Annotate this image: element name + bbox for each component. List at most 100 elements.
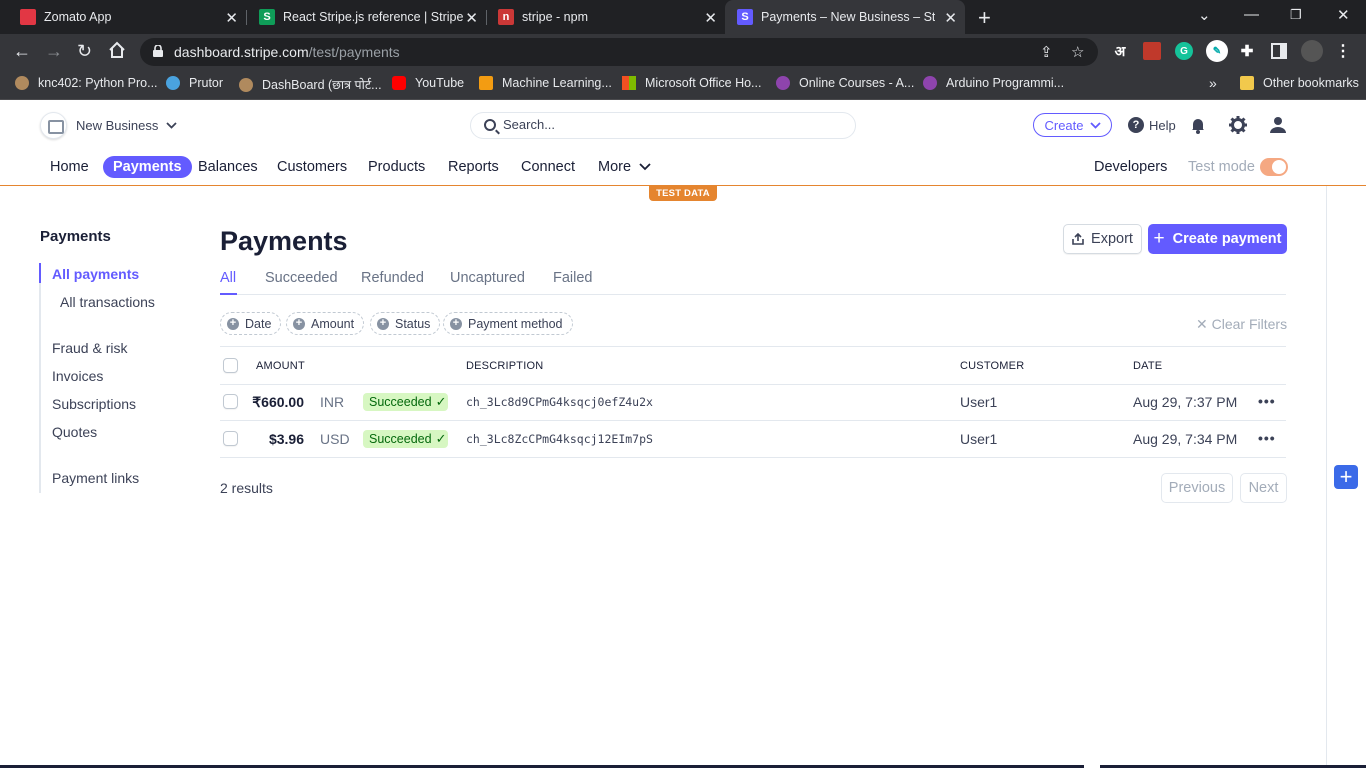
reload-icon[interactable]: ↻: [77, 41, 92, 62]
sidebar-item-fraud-risk[interactable]: Fraud & risk: [52, 340, 127, 356]
chevron-down-icon: [166, 120, 178, 132]
plus-icon: +: [1153, 228, 1165, 249]
stripe-docs-favicon-icon: S: [259, 9, 275, 25]
filter-status[interactable]: + Status: [370, 312, 441, 335]
column-customer[interactable]: CUSTOMER: [960, 360, 1024, 372]
restore-icon[interactable]: ❐: [1290, 7, 1302, 23]
nav-home[interactable]: Home: [50, 156, 89, 178]
bookmark-item[interactable]: Prutor: [166, 76, 223, 90]
account-switcher[interactable]: New Business: [40, 112, 178, 139]
nav-developers[interactable]: Developers: [1094, 156, 1167, 178]
browser-tab-title: Zomato App: [44, 10, 112, 24]
bookmark-item[interactable]: knc402: Python Pro...: [15, 76, 158, 90]
user-profile-icon[interactable]: [1268, 115, 1288, 135]
nav-more[interactable]: More: [598, 156, 651, 178]
browser-tab[interactable]: S React Stripe.js reference | Stripe D ✕: [239, 0, 486, 34]
help-button[interactable]: ? Help: [1128, 117, 1176, 133]
select-all-checkbox[interactable]: [223, 358, 238, 373]
tab-succeeded[interactable]: Succeeded: [265, 270, 338, 286]
new-tab-icon[interactable]: +: [978, 5, 991, 31]
floating-add-icon[interactable]: +: [1334, 465, 1358, 489]
extensions-puzzle-icon[interactable]: ✚: [1238, 42, 1256, 60]
nav-products[interactable]: Products: [368, 156, 425, 178]
payment-amount: ₹660.00: [252, 394, 304, 410]
pen-extension-icon[interactable]: ✎: [1206, 40, 1228, 62]
close-tab-icon[interactable]: ✕: [944, 9, 957, 27]
payment-date: Aug 29, 7:34 PM: [1133, 431, 1238, 447]
book-extension-icon[interactable]: [1143, 42, 1161, 60]
table-row[interactable]: $3.96 USD Succeeded ✓ ch_3Lc8ZcCPmG4ksqcj…: [220, 421, 1286, 458]
tab-all[interactable]: All: [220, 270, 236, 286]
sidebar-item-quotes[interactable]: Quotes: [52, 424, 97, 440]
add-filter-icon: +: [293, 317, 305, 330]
profile-avatar-icon[interactable]: [1301, 40, 1323, 62]
clear-filters-button[interactable]: ✕ Clear Filters: [1196, 316, 1287, 333]
sidebar-item-all-transactions[interactable]: All transactions: [60, 294, 155, 310]
tab-failed[interactable]: Failed: [553, 270, 593, 286]
lock-icon[interactable]: [153, 45, 163, 57]
test-data-badge: TEST DATA: [649, 186, 717, 201]
search-box[interactable]: [470, 112, 856, 139]
bookmark-star-icon[interactable]: ☆: [1071, 43, 1084, 61]
other-bookmarks[interactable]: Other bookmarks: [1240, 76, 1359, 90]
tab-uncaptured[interactable]: Uncaptured: [450, 270, 525, 286]
settings-gear-icon[interactable]: [1228, 115, 1248, 135]
search-input[interactable]: [503, 117, 803, 132]
filter-amount[interactable]: + Amount: [286, 312, 365, 335]
nav-payments[interactable]: Payments: [103, 156, 192, 178]
hindi-extension-icon[interactable]: अ: [1111, 42, 1129, 60]
notifications-bell-icon[interactable]: [1188, 115, 1208, 135]
bookmark-item[interactable]: Machine Learning...: [479, 76, 612, 90]
bookmark-favicon-icon: [15, 76, 29, 90]
nav-reports[interactable]: Reports: [448, 156, 499, 178]
previous-page-button[interactable]: Previous: [1161, 473, 1233, 503]
create-button[interactable]: Create: [1033, 113, 1112, 137]
row-more-actions-icon[interactable]: •••: [1258, 393, 1276, 409]
home-icon[interactable]: [108, 41, 126, 64]
back-icon[interactable]: ←: [13, 41, 31, 62]
browser-menu-icon[interactable]: ⋮: [1334, 42, 1352, 60]
browser-tab[interactable]: n stripe - npm ✕: [478, 0, 725, 34]
bookmark-item[interactable]: YouTube: [392, 76, 464, 90]
more-bookmarks-icon[interactable]: »: [1209, 75, 1217, 91]
minimize-icon[interactable]: —: [1244, 6, 1259, 23]
sidebar-item-payment-links[interactable]: Payment links: [52, 470, 139, 486]
filter-date[interactable]: + Date: [220, 312, 282, 335]
bookmark-favicon-icon: [776, 76, 790, 90]
url-field[interactable]: dashboard.stripe.com/test/payments ⇪ ☆: [140, 38, 1098, 66]
column-date[interactable]: DATE: [1133, 360, 1162, 372]
browser-tab[interactable]: Zomato App ✕: [0, 0, 246, 34]
create-payment-button[interactable]: + Create payment: [1148, 224, 1287, 254]
column-description[interactable]: DESCRIPTION: [466, 360, 543, 372]
close-window-icon[interactable]: ✕: [1337, 6, 1350, 24]
tab-search-icon[interactable]: ⌄: [1198, 6, 1211, 24]
sidebar-item-all-payments[interactable]: All payments: [52, 266, 139, 282]
next-page-button[interactable]: Next: [1240, 473, 1287, 503]
sidebar-item-subscriptions[interactable]: Subscriptions: [52, 396, 136, 412]
close-tab-icon[interactable]: ✕: [465, 9, 478, 27]
test-mode-toggle[interactable]: [1260, 158, 1288, 176]
payment-tabs: All Succeeded Refunded Uncaptured Failed: [220, 268, 1286, 295]
tab-refunded[interactable]: Refunded: [361, 270, 424, 286]
column-amount[interactable]: AMOUNT: [256, 360, 305, 372]
bookmark-item[interactable]: DashBoard (छात्र पोर्ट...: [239, 76, 382, 93]
table-row[interactable]: ₹660.00 INR Succeeded ✓ ch_3Lc8d9CPmG4ksq…: [220, 384, 1286, 421]
forward-icon[interactable]: →: [45, 41, 63, 62]
row-more-actions-icon[interactable]: •••: [1258, 430, 1276, 446]
filter-payment-method[interactable]: + Payment method: [443, 312, 573, 335]
bookmark-item[interactable]: Microsoft Office Ho...: [622, 76, 761, 90]
browser-tab-active[interactable]: S Payments – New Business – Strip ✕: [725, 0, 965, 34]
bookmark-item[interactable]: Online Courses - A...: [776, 76, 914, 90]
bookmark-item[interactable]: Arduino Programmi...: [923, 76, 1064, 90]
payment-customer: User1: [960, 394, 998, 410]
sidebar-item-invoices[interactable]: Invoices: [52, 368, 103, 384]
close-tab-icon[interactable]: ✕: [225, 9, 238, 27]
grammarly-icon[interactable]: G: [1175, 42, 1193, 60]
side-panel-icon[interactable]: [1270, 42, 1288, 60]
share-icon[interactable]: ⇪: [1040, 43, 1053, 61]
close-tab-icon[interactable]: ✕: [704, 9, 717, 27]
nav-connect[interactable]: Connect: [521, 156, 575, 178]
nav-customers[interactable]: Customers: [277, 156, 347, 178]
export-button[interactable]: Export: [1063, 224, 1142, 254]
nav-balances[interactable]: Balances: [198, 156, 258, 178]
